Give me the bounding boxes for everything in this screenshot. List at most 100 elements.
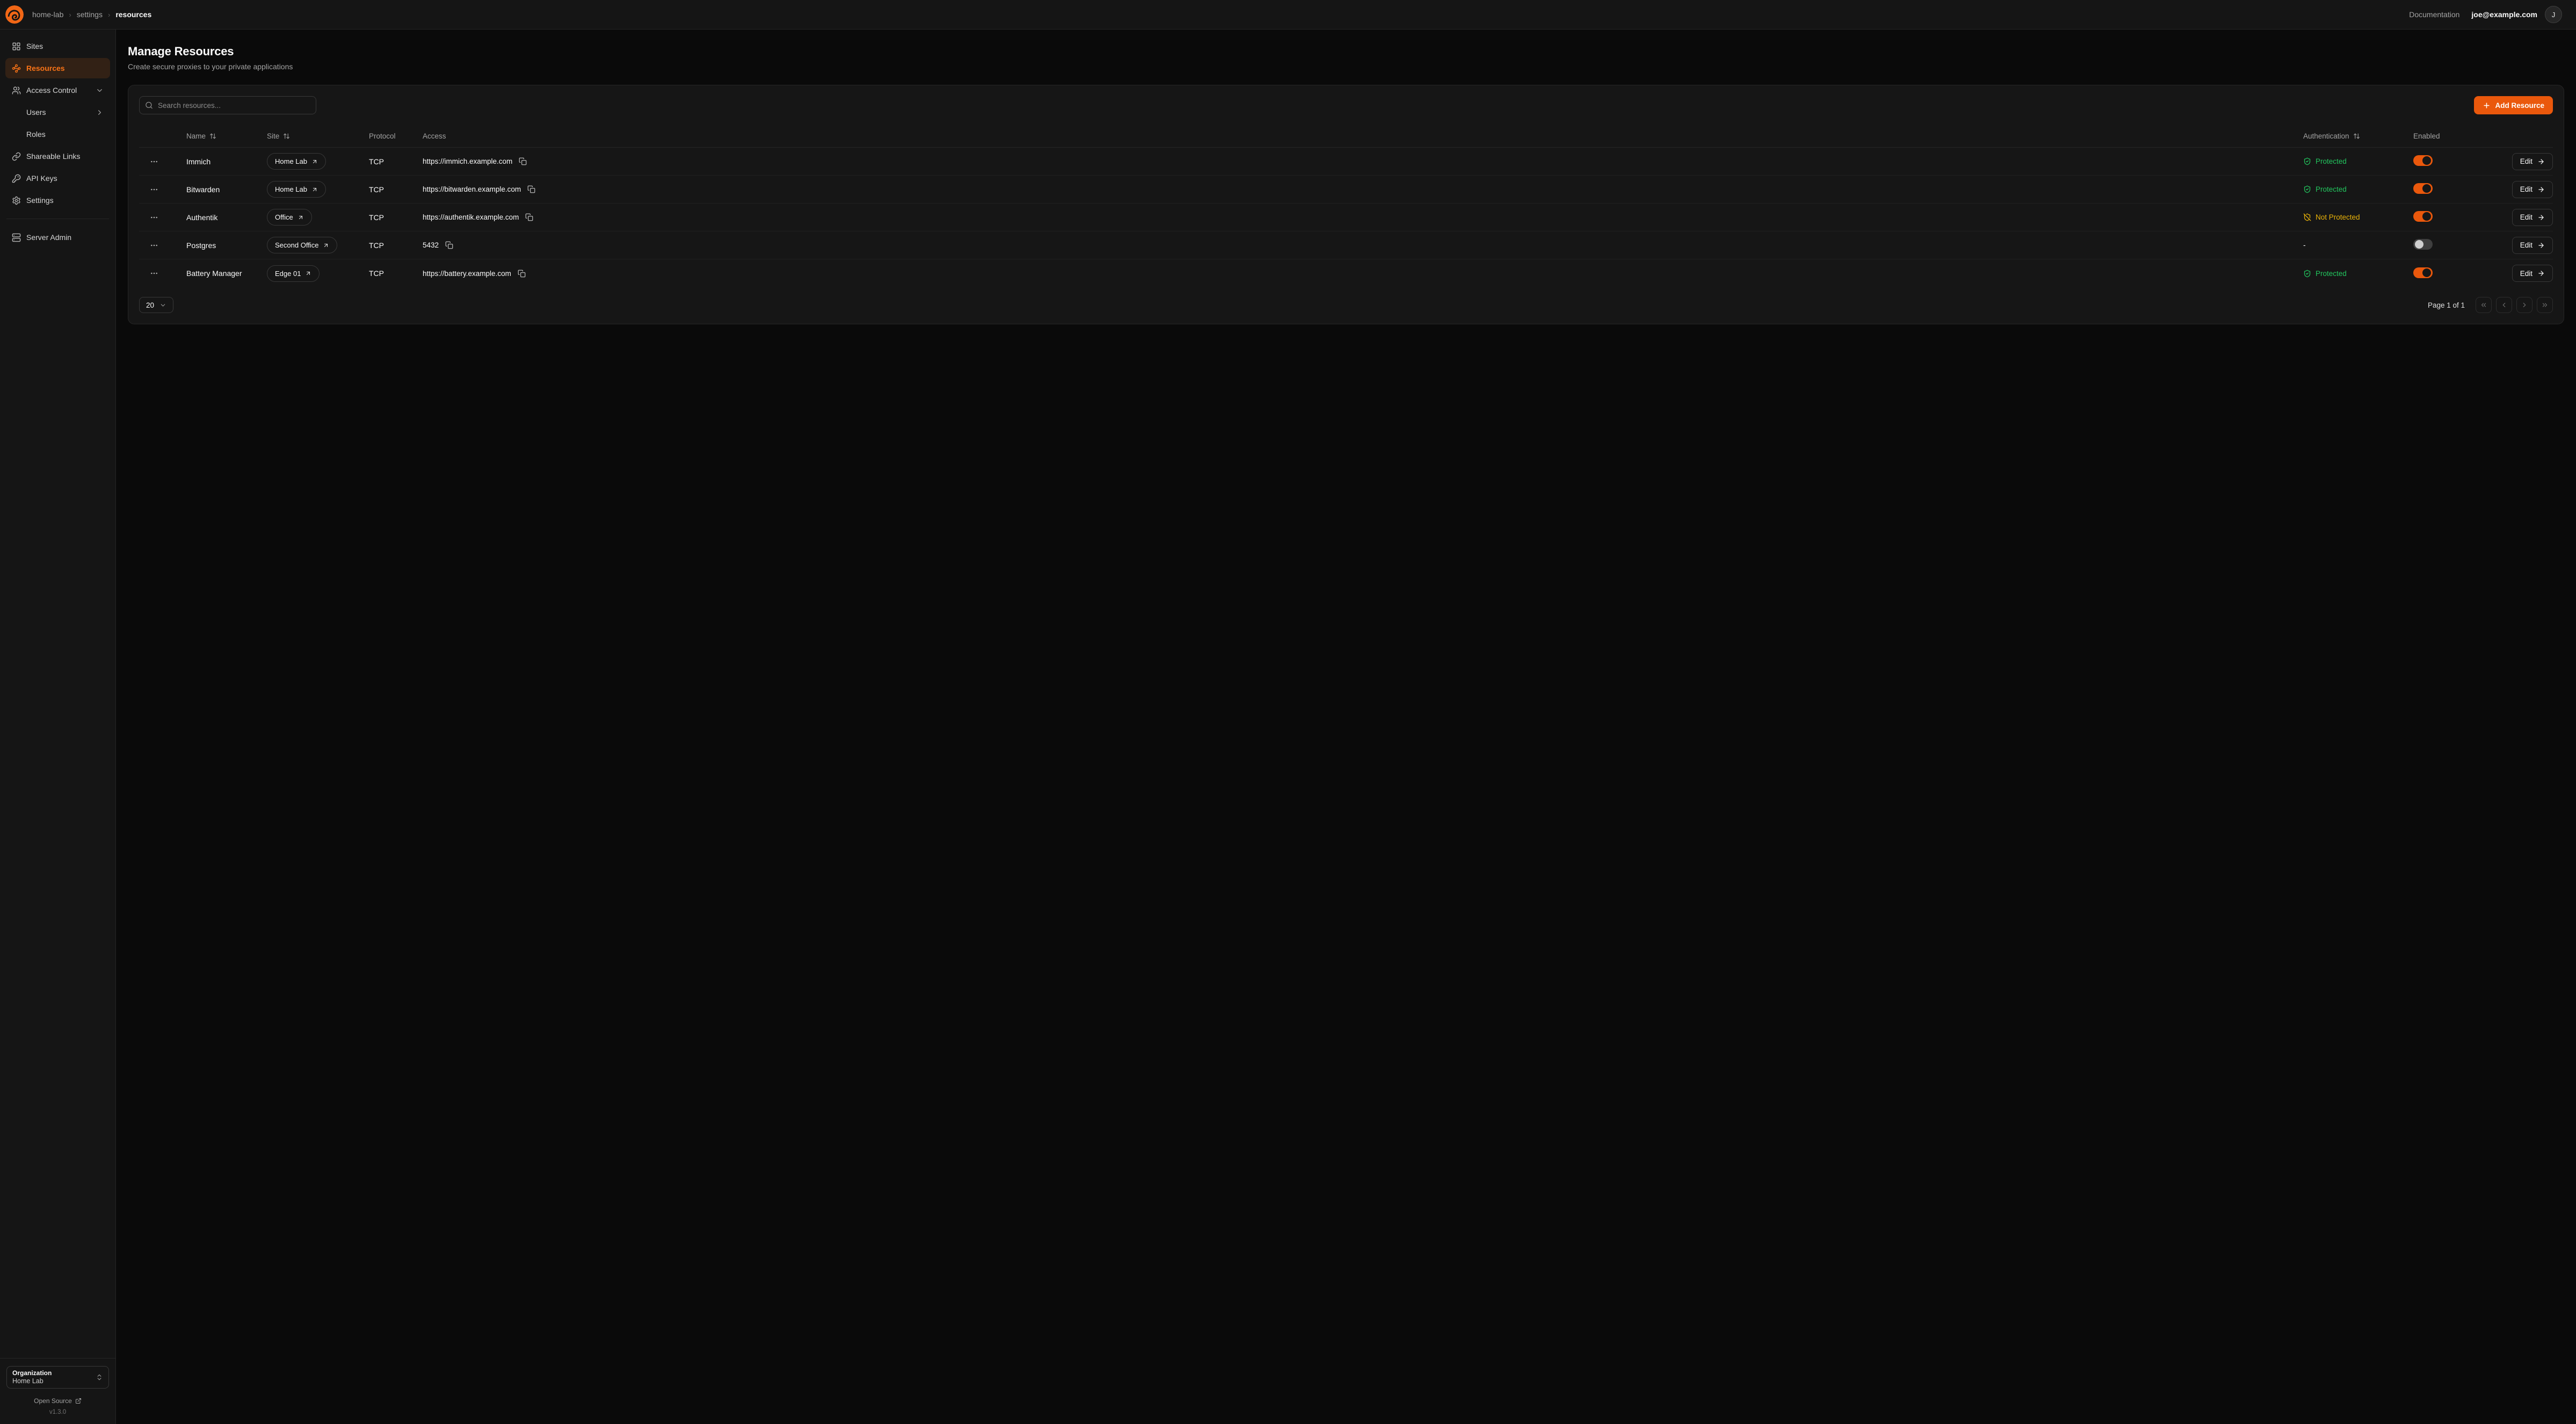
site-link[interactable]: Office <box>267 209 312 226</box>
search-icon <box>145 101 153 110</box>
edit-button-label: Edit <box>2520 185 2533 193</box>
sidebar-item-users[interactable]: Users <box>5 102 110 122</box>
site-pill-label: Home Lab <box>275 157 307 165</box>
row-menu-button[interactable] <box>148 239 161 252</box>
sort-icon <box>283 133 290 140</box>
auth-label: Protected <box>2316 157 2347 165</box>
row-menu-button[interactable] <box>148 155 161 168</box>
first-page-button[interactable] <box>2476 297 2492 313</box>
sidebar-item-sites[interactable]: Sites <box>5 36 110 56</box>
sort-icon <box>2353 133 2360 140</box>
table-row: Postgres Second Office TCP 5432 <box>139 231 2553 259</box>
sidebar-item-resources[interactable]: Resources <box>5 58 110 78</box>
site-cell: Edge 01 <box>267 265 369 282</box>
shield-check-icon <box>2303 185 2311 193</box>
page-title: Manage Resources <box>128 45 2564 59</box>
avatar-initial: J <box>2552 11 2556 19</box>
auth-label: Not Protected <box>2316 213 2360 221</box>
auth-label: - <box>2303 241 2306 249</box>
sidebar-item-shareable-links[interactable]: Shareable Links <box>5 146 110 166</box>
access-cell: https://authentik.example.com <box>423 212 2303 222</box>
header-authentication[interactable]: Authentication <box>2303 132 2413 140</box>
copy-icon[interactable] <box>444 240 454 250</box>
access-cell: https://bitwarden.example.com <box>423 184 2303 194</box>
ellipsis-icon <box>150 241 158 250</box>
enabled-toggle[interactable] <box>2413 183 2433 194</box>
arrow-up-right-icon <box>305 270 311 277</box>
table-row: Authentik Office TCP https://authentik.e… <box>139 204 2553 231</box>
chevron-right-icon <box>96 108 104 117</box>
sidebar-item-label: Access Control <box>26 86 77 95</box>
breadcrumb-org[interactable]: home-lab <box>32 10 63 19</box>
main-content: Manage Resources Create secure proxies t… <box>116 30 2576 1424</box>
sidebar-item-api-keys[interactable]: API Keys <box>5 168 110 188</box>
arrow-right-icon <box>2537 214 2545 221</box>
sidebar-item-access-control[interactable]: Access Control <box>5 80 110 100</box>
edit-button[interactable]: Edit <box>2512 181 2553 198</box>
row-menu-button[interactable] <box>148 211 161 224</box>
copy-icon[interactable] <box>517 268 527 279</box>
row-menu-button[interactable] <box>148 267 161 280</box>
row-actions-cell <box>139 239 186 252</box>
edit-button-label: Edit <box>2520 213 2533 221</box>
resource-access: https://authentik.example.com <box>423 213 519 221</box>
enabled-toggle[interactable] <box>2413 211 2433 222</box>
page-size-select[interactable]: 20 <box>139 297 173 313</box>
edit-cell: Edit <box>2488 181 2553 198</box>
copy-icon[interactable] <box>518 156 528 166</box>
site-link[interactable]: Home Lab <box>267 181 326 198</box>
sidebar-item-label: Sites <box>26 42 43 50</box>
sidebar-item-server-admin[interactable]: Server Admin <box>5 227 110 248</box>
sidebar-item-label: Roles <box>26 130 46 139</box>
chevron-down-icon <box>96 86 104 95</box>
breadcrumb-section[interactable]: settings <box>77 10 103 19</box>
key-icon <box>12 174 21 183</box>
chevrons-left-icon <box>2480 301 2487 309</box>
header-protocol-label: Protocol <box>369 132 396 140</box>
open-source-link[interactable]: Open Source <box>6 1397 109 1405</box>
sort-icon <box>209 133 216 140</box>
resource-protocol: TCP <box>369 213 423 222</box>
edit-button[interactable]: Edit <box>2512 209 2553 226</box>
documentation-link[interactable]: Documentation <box>2409 10 2459 19</box>
authentication-cell: Protected <box>2303 157 2413 165</box>
edit-button[interactable]: Edit <box>2512 153 2553 170</box>
page-subtitle: Create secure proxies to your private ap… <box>128 62 2564 71</box>
resources-table: Name Site Protocol <box>139 125 2553 287</box>
sidebar-nav: Sites Resources Access Control <box>5 36 110 1358</box>
chevron-left-icon <box>2500 301 2508 309</box>
add-resource-button[interactable]: Add Resource <box>2474 96 2553 114</box>
edit-cell: Edit <box>2488 265 2553 282</box>
search-input[interactable] <box>139 96 316 114</box>
edit-button[interactable]: Edit <box>2512 237 2553 254</box>
site-link[interactable]: Edge 01 <box>267 265 320 282</box>
previous-page-button[interactable] <box>2496 297 2512 313</box>
ellipsis-icon <box>150 185 158 194</box>
enabled-toggle[interactable] <box>2413 155 2433 166</box>
sidebar-item-label: API Keys <box>26 174 57 183</box>
enabled-toggle[interactable] <box>2413 267 2433 278</box>
resource-name: Authentik <box>186 213 267 222</box>
copy-icon[interactable] <box>524 212 534 222</box>
pangolin-logo-icon[interactable] <box>5 5 24 24</box>
user-menu[interactable]: joe@example.com J <box>2471 6 2562 23</box>
auth-status: Not Protected <box>2303 213 2413 221</box>
last-page-button[interactable] <box>2537 297 2553 313</box>
organization-selector[interactable]: Organization Home Lab <box>6 1366 109 1389</box>
enabled-toggle[interactable] <box>2413 239 2433 250</box>
sidebar-item-roles[interactable]: Roles <box>5 124 110 144</box>
edit-button[interactable]: Edit <box>2512 265 2553 282</box>
next-page-button[interactable] <box>2516 297 2533 313</box>
sidebar-item-settings[interactable]: Settings <box>5 190 110 210</box>
copy-icon[interactable] <box>526 184 536 194</box>
site-link[interactable]: Home Lab <box>267 153 326 170</box>
header-site[interactable]: Site <box>267 132 369 140</box>
waypoints-icon <box>12 64 21 73</box>
version-label: v1.3.0 <box>6 1409 109 1415</box>
site-link[interactable]: Second Office <box>267 237 337 253</box>
auth-label: Protected <box>2316 270 2347 278</box>
header-name[interactable]: Name <box>186 132 267 140</box>
row-menu-button[interactable] <box>148 183 161 196</box>
access-cell: 5432 <box>423 240 2303 250</box>
row-actions-cell <box>139 211 186 224</box>
